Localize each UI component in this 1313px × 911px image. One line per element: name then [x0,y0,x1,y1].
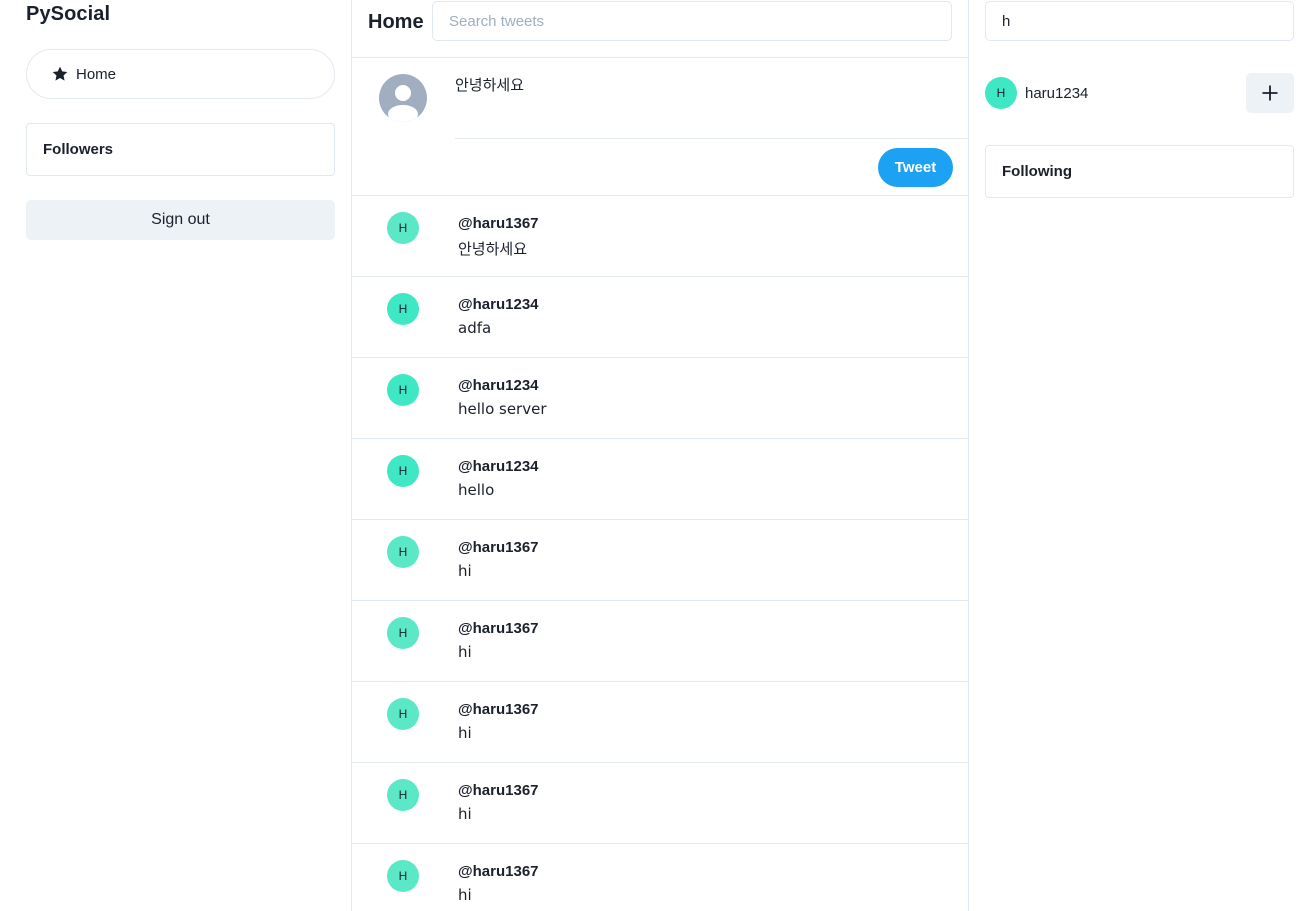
tweet-handle: @haru1367 [458,701,539,718]
tweet-row: H @haru1367 hi [352,844,968,911]
avatar: H [387,698,419,730]
avatar: H [387,860,419,892]
avatar: H [387,536,419,568]
sidebar-item-label: Home [76,65,117,83]
tweet-handle: @haru1367 [458,215,539,232]
tweet-row: H @haru1367 hi [352,682,968,763]
tweet-handle: @haru1234 [458,296,539,313]
tweet-feed: H @haru1367 안녕하세요 H @haru1234 adfa H @haru1234 h… [352,196,968,911]
main-column: Home Tweet H @haru1367 안녕하세요 H @haru1234 adfa… [351,0,969,911]
tweet-text: hi [458,886,472,904]
avatar: H [387,374,419,406]
tweet-text: hello [458,481,495,499]
tweet-text: hi [458,562,472,580]
tweet-handle: @haru1367 [458,539,539,556]
avatar: H [387,293,419,325]
followers-card: Followers [26,123,335,176]
tweet-text: 안녕하세요 [458,240,528,258]
avatar: H [387,617,419,649]
user-suggestion: H haru1234 [985,72,1294,114]
tweet-handle: @haru1367 [458,782,539,799]
tweet-input[interactable] [455,74,969,139]
avatar: H [387,779,419,811]
star-icon [52,66,68,81]
tweet-handle: @haru1234 [458,377,539,394]
tweet-text: hello server [458,400,547,418]
tweet-row: H @haru1234 hello server [352,358,968,439]
tweet-text: hi [458,805,472,823]
following-title: Following [1002,163,1072,180]
tweet-text: adfa [458,319,492,337]
search-input[interactable] [432,1,952,41]
tweet-button[interactable]: Tweet [878,148,953,187]
sidebar-item-home[interactable]: Home [26,49,335,99]
plus-icon [1262,85,1278,101]
tweet-text: hi [458,643,472,661]
tweet-row: H @haru1367 안녕하세요 [352,196,968,277]
tweet-composer: Tweet [352,58,969,196]
tweet-row: H @haru1367 hi [352,763,968,844]
page-title: Home [368,11,424,33]
sign-out-button[interactable]: Sign out [26,200,335,240]
user-search-input[interactable] [985,1,1294,41]
main-header: Home [352,0,968,58]
avatar [379,74,427,122]
avatar: H [985,77,1017,109]
tweet-handle: @haru1367 [458,620,539,637]
user-icon [388,85,418,122]
tweet-handle: @haru1234 [458,458,539,475]
suggestion-name: haru1234 [1025,85,1089,102]
avatar: H [387,212,419,244]
avatar: H [387,455,419,487]
app-title: PySocial [26,3,111,25]
tweet-row: H @haru1234 hello [352,439,968,520]
tweet-text: hi [458,724,472,742]
followers-title: Followers [43,141,114,158]
following-card: Following [985,145,1294,198]
tweet-handle: @haru1367 [458,863,539,880]
tweet-row: H @haru1367 hi [352,520,968,601]
tweet-row: H @haru1234 adfa [352,277,968,358]
tweet-row: H @haru1367 hi [352,601,968,682]
follow-button[interactable] [1246,73,1294,113]
